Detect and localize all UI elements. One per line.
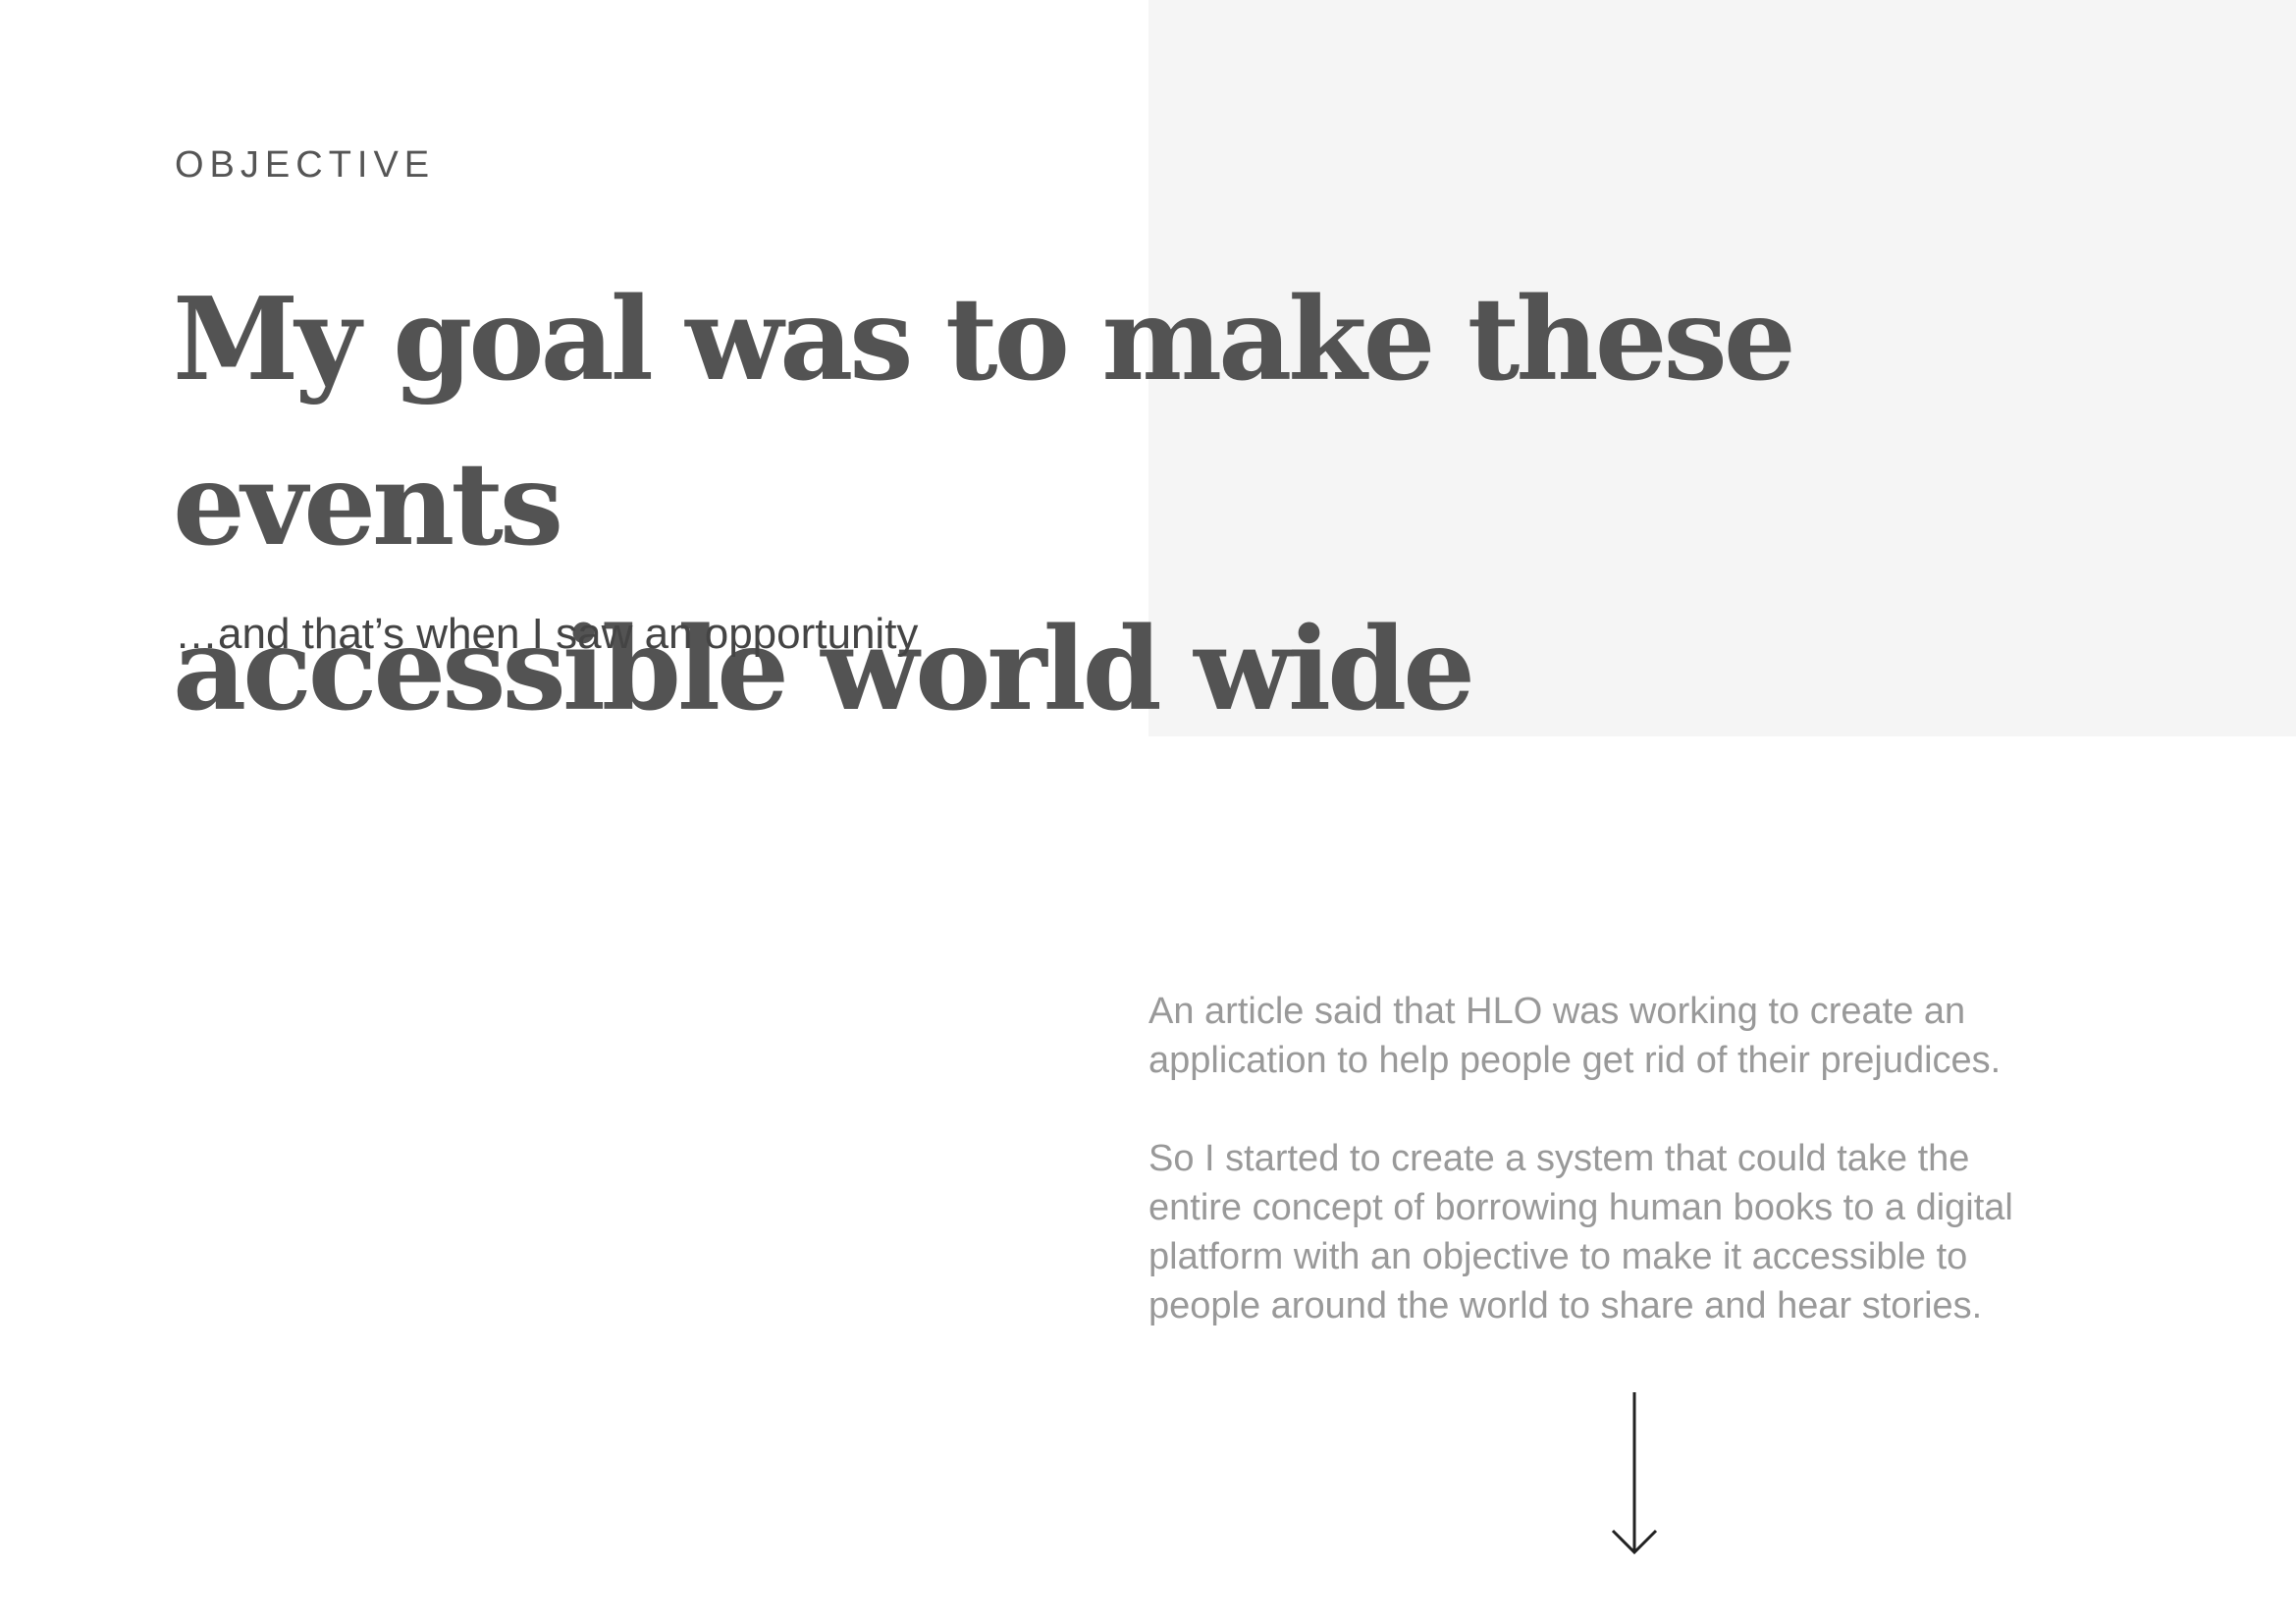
headline-line-1: My goal was to make these events [173, 273, 1796, 571]
paragraph-line: platform with an objective to make it ac… [1148, 1236, 1968, 1277]
arrow-down-icon[interactable] [1611, 1392, 1658, 1555]
paragraph-article: An article said that HLO was working to … [1148, 987, 2130, 1085]
headline-subtitle: …and that’s when I saw an opportunity [175, 610, 919, 658]
paragraph-line: application to help people get rid of th… [1148, 1040, 2002, 1081]
paragraph-line: entire concept of borrowing human books … [1148, 1187, 2013, 1228]
paragraph-line: people around the world to share and hea… [1148, 1285, 1983, 1326]
paragraph-line: So I started to create a system that cou… [1148, 1138, 1970, 1179]
paragraph-line: An article said that HLO was working to … [1148, 991, 1966, 1032]
section-label: OBJECTIVE [175, 144, 436, 186]
page-headline: My goal was to make these events accessi… [173, 257, 2136, 752]
body-copy: An article said that HLO was working to … [1148, 987, 2130, 1380]
paragraph-system: So I started to create a system that cou… [1148, 1134, 2130, 1330]
